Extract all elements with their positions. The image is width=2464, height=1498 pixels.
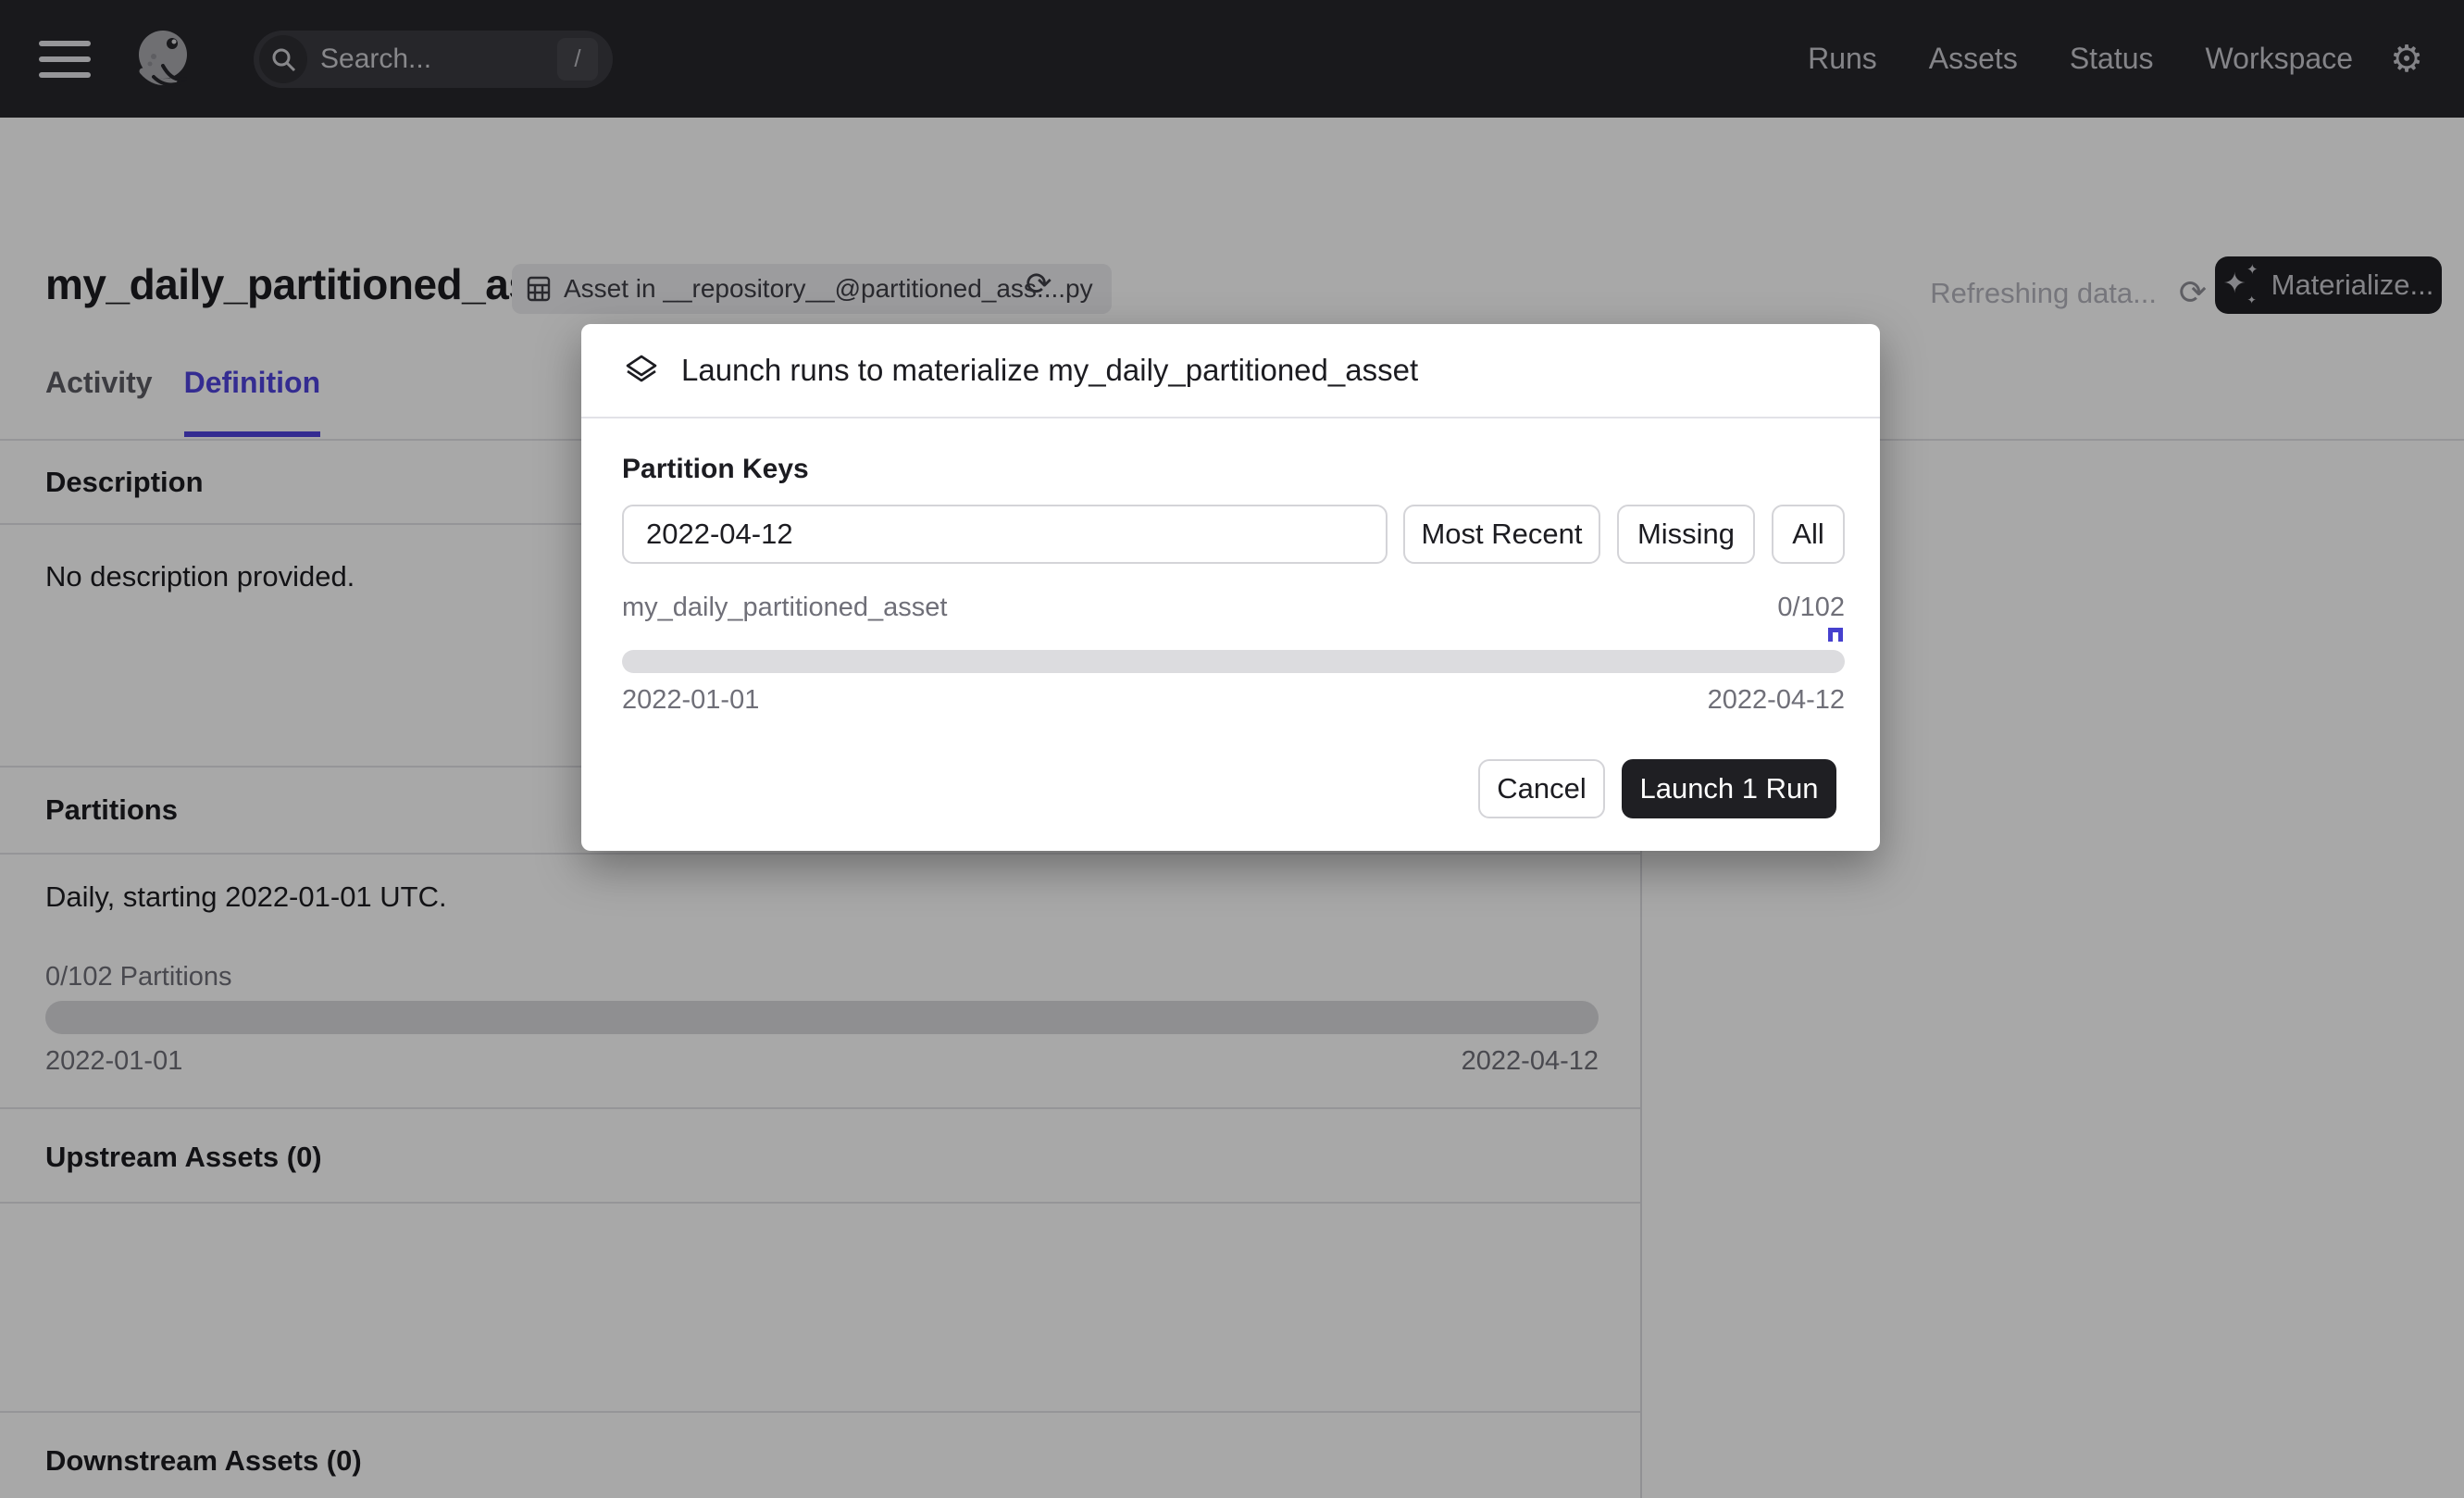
- launch-runs-dialog: Launch runs to materialize my_daily_part…: [581, 324, 1880, 851]
- partition-key-input[interactable]: [622, 505, 1388, 564]
- most-recent-button[interactable]: Most Recent: [1403, 505, 1600, 564]
- all-button[interactable]: All: [1772, 505, 1845, 564]
- dialog-footer: Cancel Launch 1 Run: [581, 759, 1880, 818]
- missing-button[interactable]: Missing: [1617, 505, 1755, 564]
- launch-run-button[interactable]: Launch 1 Run: [1622, 759, 1836, 818]
- modal-range-end: 2022-04-12: [1708, 685, 1845, 716]
- cancel-button[interactable]: Cancel: [1478, 759, 1605, 818]
- selected-partition-marker: [1828, 628, 1843, 642]
- asset-layers-icon: [622, 351, 661, 390]
- dialog-header: Launch runs to materialize my_daily_part…: [581, 324, 1880, 418]
- date-range-row: 2022-01-01 2022-04-12: [622, 685, 1845, 716]
- progress-meta-row: my_daily_partitioned_asset 0/102: [622, 593, 1845, 623]
- partition-keys-label: Partition Keys: [622, 454, 809, 485]
- modal-asset-name: my_daily_partitioned_asset: [622, 593, 947, 623]
- modal-range-start: 2022-01-01: [622, 685, 759, 716]
- dialog-title: Launch runs to materialize my_daily_part…: [681, 353, 1418, 388]
- modal-partition-bar[interactable]: [622, 650, 1845, 673]
- modal-progress-count: 0/102: [1777, 593, 1845, 623]
